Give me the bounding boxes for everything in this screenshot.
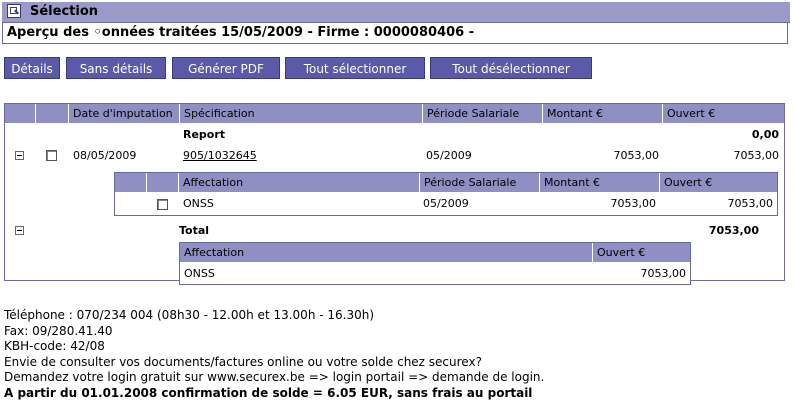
summary-header: Affectation Ouvert € (180, 243, 690, 263)
detail-header-amount: Montant € (540, 173, 660, 192)
total-open: 7053,00 (708, 224, 759, 237)
total-row: Total 7053,00 (5, 220, 784, 241)
detail-table: Affectation Période Salariale Montant € … (114, 172, 778, 216)
details-button[interactable]: Détails (4, 57, 60, 79)
summary-row: ONSS 7053,00 (180, 263, 690, 284)
collapse-icon[interactable] (15, 151, 24, 160)
generate-pdf-button[interactable]: Générer PDF (172, 57, 280, 79)
header-expand (5, 104, 36, 123)
header-period: Période Salariale (423, 104, 543, 123)
deselect-all-button[interactable]: Tout désélectionner (430, 57, 592, 79)
header-date: Date d'imputation (69, 104, 180, 123)
entry-period: 05/2009 (426, 149, 472, 162)
footer-online: Envie de consulter vos documents/facture… (4, 354, 482, 369)
report-row: Report 0,00 (5, 124, 784, 145)
window-icon (7, 4, 21, 18)
report-open: 0,00 (751, 128, 779, 141)
no-details-button[interactable]: Sans détails (66, 57, 166, 79)
summary-header-affectation: Affectation (180, 243, 593, 262)
detail-period: 05/2009 (423, 197, 469, 210)
total-collapse-icon[interactable] (15, 226, 24, 235)
entry-date: 08/05/2009 (73, 149, 137, 162)
total-label: Total (179, 224, 210, 237)
detail-header-affectation: Affectation (179, 173, 420, 192)
summary-affectation: ONSS (184, 267, 215, 280)
footer-kbh: KBH-code: 42/08 (4, 339, 105, 353)
summary-table: Affectation Ouvert € ONSS 7053,00 (179, 242, 691, 285)
footer-notice: A partir du 01.01.2008 confirmation de s… (4, 385, 533, 400)
detail-row: ONSS 05/2009 7053,00 7053,00 (115, 193, 777, 214)
entry-open: 7053,00 (733, 149, 780, 162)
table-header: Date d'imputation Spécification Période … (5, 104, 784, 124)
title-bar: Sélection (2, 2, 790, 23)
report-label: Report (183, 128, 226, 141)
entry-amount: 7053,00 (613, 149, 660, 162)
detail-header-period: Période Salariale (420, 173, 540, 192)
footer-phone: Téléphone : 070/234 004 (08h30 - 12.00h … (4, 308, 375, 322)
entry-spec-link[interactable]: 905/1032645 (183, 145, 257, 166)
detail-header: Affectation Période Salariale Montant € … (115, 173, 777, 193)
header-amount: Montant € (543, 104, 663, 123)
data-table: Date d'imputation Spécification Période … (4, 103, 785, 285)
footer-info: Téléphone : 070/234 004 (08h30 - 12.00h … (4, 308, 544, 401)
detail-header-open: Ouvert € (660, 173, 777, 192)
window-title: Sélection (30, 4, 99, 19)
header-spec: Spécification (180, 104, 423, 123)
row-checkbox[interactable] (46, 150, 57, 161)
select-all-button[interactable]: Tout sélectionner (285, 57, 425, 79)
footer-login: Demandez votre login gratuit sur www.sec… (4, 370, 545, 384)
detail-affectation: ONSS (183, 197, 214, 210)
summary-header-open: Ouvert € (593, 243, 690, 262)
detail-open: 7053,00 (727, 197, 774, 210)
footer-fax: Fax: 09/280.41.40 (4, 323, 113, 338)
detail-row-checkbox[interactable] (157, 199, 168, 210)
detail-header-blank (115, 173, 147, 192)
page-subtitle: Aperçu des ◦onnées traitées 15/05/2009 -… (2, 23, 788, 44)
detail-header-select (147, 173, 179, 192)
detail-amount: 7053,00 (610, 197, 657, 210)
table-row: 08/05/2009 905/1032645 05/2009 7053,00 7… (5, 145, 784, 166)
summary-open: 7053,00 (640, 267, 687, 280)
header-open: Ouvert € (663, 104, 784, 123)
header-select (36, 104, 69, 123)
